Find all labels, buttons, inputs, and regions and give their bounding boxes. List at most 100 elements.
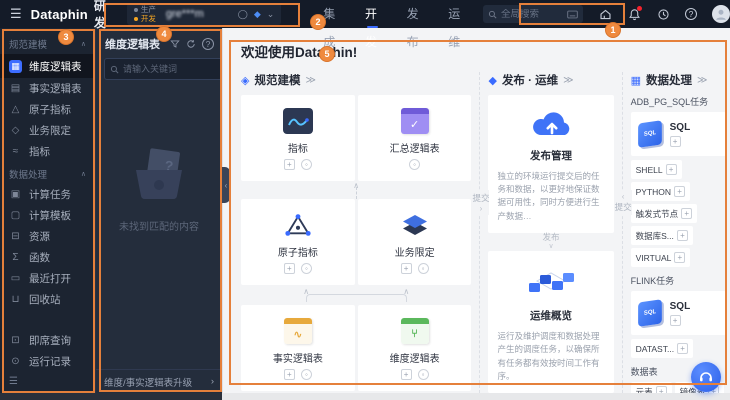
sidebar-item-atomic-metric[interactable]: △ 原子指标 (0, 99, 95, 120)
sidebar-item-adhoc-query[interactable]: ⊡ 即席查询 (0, 330, 95, 351)
history-icon[interactable] (656, 7, 670, 21)
suite-name: 研发 (93, 0, 106, 30)
list-icon[interactable]: ◦ (300, 263, 312, 274)
add-icon[interactable]: + (677, 343, 689, 354)
sidebar-item-label: 指标 (29, 146, 50, 158)
card-flink-sql[interactable]: SQL SQL + (630, 291, 726, 335)
filter-icon[interactable] (170, 39, 180, 49)
left-sidebar: 规范建模 ∧ ▦ 维度逻辑表 ▤ 事实逻辑表 △ 原子指标 ◇ 业务限定 ≈ 指… (0, 28, 95, 393)
sidebar-item-run-records[interactable]: ⊙ 运行记录 (0, 351, 95, 372)
panel-help-icon[interactable]: ? (202, 38, 214, 50)
project-selector[interactable]: 生产 开发 gre***m ◯ ◆ ⌄ (126, 3, 282, 25)
refresh-icon[interactable] (186, 39, 196, 49)
recent-folder-icon: ▭ (10, 273, 21, 284)
sidebar-item-label: 即席查询 (29, 335, 71, 347)
column-divider: 提交 › (472, 72, 489, 393)
env-toggle[interactable]: 生产 开发 (133, 4, 156, 23)
chip-database-sql[interactable]: 数据库S... + (630, 226, 693, 245)
add-icon[interactable]: + (669, 314, 681, 326)
fact-table-icon: ∿ (283, 318, 312, 344)
sidebar-item-metric[interactable]: ≈ 指标 (0, 141, 95, 162)
assistant-floating-button[interactable] (691, 362, 721, 392)
sidebar-item-recycle-bin[interactable]: ⊔ 回收站 (0, 289, 95, 310)
panel-collapse-handle[interactable]: ‹ (222, 167, 230, 203)
tab-develop[interactable]: 开发 (365, 0, 380, 49)
list-icon[interactable]: ◦ (300, 159, 312, 170)
search-icon (488, 10, 497, 19)
trash-icon: ⊔ (11, 294, 20, 305)
chip-python[interactable]: PYTHON + (630, 182, 691, 201)
sidebar-collapse-icon[interactable]: ☰ (0, 372, 95, 393)
sidebar-item-compute-template[interactable]: ▢ 计算模板 (0, 205, 95, 226)
hamburger-menu-icon[interactable]: ☰ (10, 6, 22, 22)
workbench-icon[interactable] (598, 7, 612, 21)
list-icon[interactable]: ◦ (300, 369, 312, 380)
add-icon[interactable]: + (676, 230, 688, 241)
sidebar-item-function[interactable]: Σ 函数 (0, 247, 95, 268)
sidebar-section-modeling[interactable]: 规范建模 ∧ (0, 32, 95, 54)
add-icon[interactable]: + (655, 386, 667, 393)
card-ops-overview[interactable]: 运维概览 运行及维护调度和数据处理产生的调度任务，以确保所有任务都有效按时间工作… (488, 251, 614, 393)
add-icon[interactable]: + (665, 164, 677, 175)
group-title-flink: FLINK任务 (630, 276, 675, 286)
help-icon[interactable]: ? (685, 8, 697, 20)
user-avatar[interactable] (712, 5, 730, 23)
submit-flow-label: ‹ 提交 (614, 190, 632, 215)
chip-trigger-node[interactable]: 触发式节点 + (630, 204, 698, 223)
card-adb-sql[interactable]: SQL SQL + (630, 112, 726, 156)
table-upgrade-label: 维度/事实逻辑表升级 (104, 377, 193, 389)
list-icon[interactable]: ◦ (417, 369, 429, 380)
sidebar-item-recent[interactable]: ▭ 最近打开 (0, 268, 95, 289)
notification-bell-icon[interactable] (627, 6, 642, 21)
chip-virtual[interactable]: VIRTUAL + (630, 248, 691, 267)
global-search-box[interactable] (483, 5, 583, 23)
sidebar-item-compute-task[interactable]: ▣ 计算任务 (0, 184, 95, 205)
double-arrow-icon: ≫ (305, 74, 316, 86)
chip-meta-table[interactable]: 元表 + (630, 382, 672, 393)
add-icon[interactable]: + (283, 159, 295, 170)
add-icon[interactable]: + (681, 208, 693, 219)
dataphin-app: ☰ Dataphin 研发 生产 开发 gre***m ◯ ◆ ⌄ 集成 开发 … (0, 0, 730, 400)
publish-section-icon: ◆ (488, 74, 497, 87)
chevron-down-icon[interactable]: ⌄ (267, 9, 275, 20)
prod-env-label: 生产 (140, 4, 156, 14)
card-business-filter[interactable]: 业务限定 + ◦ (357, 199, 472, 285)
card-dim-table[interactable]: ⑂ 维度逻辑表 + ◦ (357, 305, 472, 391)
info-circle-icon[interactable]: ◯ (238, 9, 248, 20)
card-atomic-metric[interactable]: 原子指标 + ◦ (241, 199, 355, 285)
add-icon[interactable]: + (669, 135, 681, 147)
sidebar-item-label: 维度逻辑表 (29, 60, 82, 73)
add-icon[interactable]: + (674, 252, 686, 263)
submit-flow-label: 提交 › (472, 190, 489, 215)
add-icon[interactable]: + (400, 369, 412, 380)
dim-table-panel: 维度逻辑表 ? + ? 未找到匹配的内容 维度/事实逻辑表升级 (95, 28, 273, 393)
list-icon[interactable]: ◦ (417, 263, 429, 274)
card-summary-table[interactable]: ✓ 汇总逻辑表 ◦ (357, 95, 472, 181)
sidebar-item-resource[interactable]: ⊟ 资源 (0, 226, 95, 247)
tab-ops[interactable]: 运维 (448, 0, 463, 49)
tab-publish[interactable]: 发布 (407, 0, 422, 49)
card-fact-table[interactable]: ∿ 事实逻辑表 + ◦ (241, 305, 355, 391)
global-search-input[interactable] (501, 8, 563, 20)
card-title: 发布管理 (530, 150, 573, 162)
processing-section-icon: ▦ (630, 74, 642, 87)
sidebar-item-dim-table[interactable]: ▦ 维度逻辑表 (0, 54, 95, 78)
card-metric[interactable]: 指标 + ◦ (241, 95, 355, 181)
card-title: 运维概览 (530, 310, 573, 323)
add-icon[interactable]: + (400, 263, 412, 274)
list-icon[interactable]: ◦ (409, 159, 421, 170)
add-icon[interactable]: + (283, 263, 295, 274)
table-upgrade-link[interactable]: 维度/事实逻辑表升级 › (96, 369, 222, 393)
chip-shell[interactable]: SHELL + (630, 160, 682, 179)
add-icon[interactable]: + (283, 369, 295, 380)
sidebar-item-business-filter[interactable]: ◇ 业务限定 (0, 120, 95, 141)
tab-integration[interactable]: 集成 (323, 0, 338, 49)
sidebar-section-processing[interactable]: 数据处理 ∧ (0, 162, 95, 184)
card-publish-manage[interactable]: 发布管理 独立的环境运行提交后的任务和数据，以更好地保证数据可用性，同时方便进行… (488, 95, 614, 233)
bottom-strip-light (222, 393, 730, 400)
add-icon[interactable]: + (674, 186, 686, 197)
chip-datastream[interactable]: DATAST... + (630, 339, 694, 358)
sidebar-item-label: 业务限定 (29, 125, 71, 137)
sidebar-item-fact-table[interactable]: ▤ 事实逻辑表 (0, 78, 95, 99)
welcome-title: 欢迎使用Dataphin! (241, 45, 358, 60)
